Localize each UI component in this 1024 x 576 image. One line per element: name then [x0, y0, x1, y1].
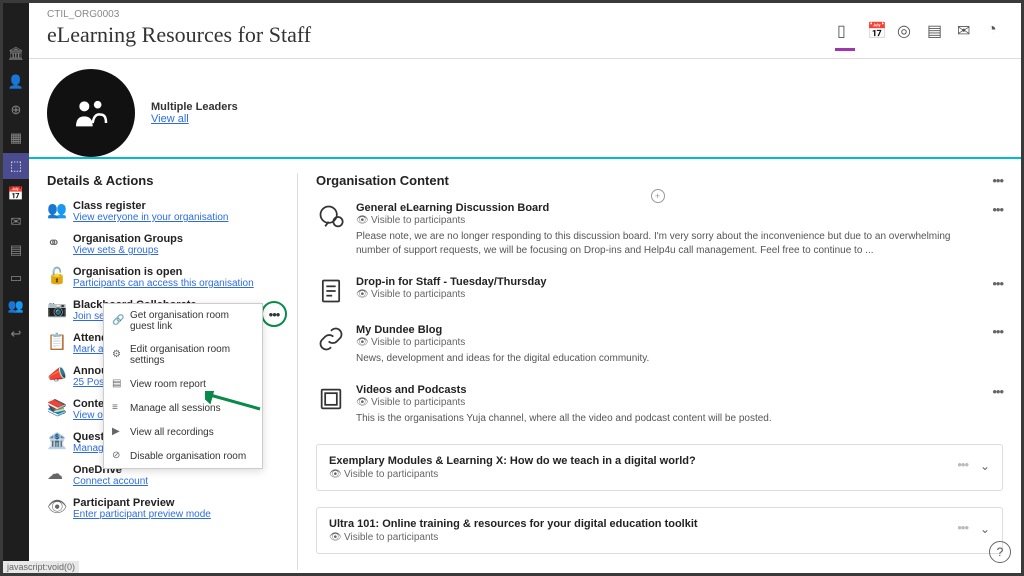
- tab-messages-icon[interactable]: ✉: [957, 21, 973, 37]
- item-more-button[interactable]: •••: [992, 384, 1003, 399]
- leaders-avatar: [47, 69, 135, 157]
- rail-icon-groups[interactable]: 👥: [3, 293, 29, 319]
- camera-icon: 📷: [47, 299, 65, 317]
- groups-icon: ⚭: [47, 233, 65, 251]
- eye-icon: 👁: [329, 532, 340, 543]
- leaders-heading: Multiple Leaders: [151, 101, 238, 113]
- cloud-icon: ☁: [47, 464, 65, 482]
- detail-access: 🔓 Organisation is openParticipants can a…: [47, 266, 283, 289]
- link-icon: 🔗: [112, 315, 124, 327]
- tab-calendar-icon[interactable]: 📅: [867, 21, 883, 37]
- rail-icon-organisations[interactable]: ⬚: [3, 153, 29, 179]
- rail-icon-profile[interactable]: 👤: [3, 69, 29, 95]
- preview-icon: 👁: [47, 497, 65, 515]
- dd-guest-link[interactable]: 🔗Get organisation room guest link: [104, 304, 262, 338]
- dd-view-recordings[interactable]: ▶View all recordings: [104, 420, 262, 444]
- tab-content-icon[interactable]: ▯: [837, 21, 853, 37]
- rail-icon-tools[interactable]: ▭: [3, 265, 29, 291]
- content-heading: Organisation Content: [316, 173, 1003, 188]
- eye-icon: 👁: [356, 337, 367, 348]
- content-panel: Organisation Content + ••• General eLear…: [297, 173, 1003, 570]
- content-item-blog[interactable]: My Dundee Blog 👁Visible to participants …: [316, 324, 1003, 366]
- item-more-button[interactable]: •••: [992, 324, 1003, 339]
- chevron-down-icon[interactable]: ⌄: [980, 522, 990, 536]
- content-item-videos[interactable]: Videos and Podcasts 👁Visible to particip…: [316, 384, 1003, 426]
- recordings-icon: ▶: [112, 426, 124, 438]
- bank-icon: 🏦: [47, 431, 65, 449]
- roster-icon: 👥: [47, 200, 65, 218]
- report-icon: ▤: [112, 378, 124, 390]
- item-more-button[interactable]: •••: [992, 202, 1003, 217]
- content-item-dropin[interactable]: Drop-in for Staff - Tuesday/Thursday 👁Vi…: [316, 276, 1003, 306]
- folder-exemplary[interactable]: Exemplary Modules & Learning X: How do w…: [316, 444, 1003, 491]
- rail-icon-signout[interactable]: ↩: [3, 321, 29, 347]
- dd-manage-sessions[interactable]: ≡Manage all sessions: [104, 396, 262, 420]
- leaders-viewall-link[interactable]: View all: [151, 113, 238, 125]
- attendance-icon: 📋: [47, 332, 65, 350]
- tab-analytics-icon[interactable]: ◔: [987, 21, 1003, 37]
- folder-more-button[interactable]: •••: [957, 457, 968, 472]
- megaphone-icon: 📣: [47, 365, 65, 383]
- add-content-button[interactable]: +: [651, 189, 665, 203]
- content-item-discussion[interactable]: General eLearning Discussion Board 👁Visi…: [316, 202, 1003, 258]
- rail-icon-calendar[interactable]: 📅: [3, 181, 29, 207]
- browser-statusbar: javascript:void(0): [3, 561, 79, 573]
- document-icon: [316, 276, 346, 306]
- access-link[interactable]: Participants can access this organisatio…: [73, 278, 254, 289]
- details-heading: Details & Actions: [47, 173, 283, 188]
- breadcrumb: CTIL_ORG0003: [47, 9, 1003, 20]
- collaborate-dropdown: 🔗Get organisation room guest link ⚙Edit …: [103, 303, 263, 469]
- eye-icon: 👁: [329, 469, 340, 480]
- divider-cyan: [29, 157, 1021, 159]
- onedrive-link[interactable]: Connect account: [73, 476, 148, 487]
- class-register-link[interactable]: View everyone in your organisation: [73, 212, 228, 223]
- header: CTIL_ORG0003 eLearning Resources for Sta…: [29, 3, 1021, 59]
- eye-icon: 👁: [356, 397, 367, 408]
- leaders-row: Multiple Leaders View all: [47, 69, 1003, 157]
- lti-icon: [316, 384, 346, 414]
- unlock-icon: 🔓: [47, 266, 65, 284]
- content-more-button[interactable]: •••: [992, 173, 1003, 188]
- rail-icon-messages[interactable]: ✉: [3, 209, 29, 235]
- sessions-icon: ≡: [112, 402, 124, 414]
- link-icon: [316, 324, 346, 354]
- eye-icon: 👁: [356, 289, 367, 300]
- folder-ultra101[interactable]: Ultra 101: Online training & resources f…: [316, 507, 1003, 554]
- eye-icon: 👁: [356, 215, 367, 226]
- item-more-button[interactable]: •••: [992, 276, 1003, 291]
- rail-icon-institution[interactable]: 🏛: [3, 41, 29, 67]
- detail-class-register: 👥 Class registerView everyone in your or…: [47, 200, 283, 223]
- header-tabs: ▯ 📅 ◎ ▤ ✉ ◔: [837, 21, 1003, 37]
- chevron-down-icon[interactable]: ⌄: [980, 459, 990, 473]
- rail-icon-activity[interactable]: ⊕: [3, 97, 29, 123]
- dd-room-report[interactable]: ▤View room report: [104, 372, 262, 396]
- detail-groups: ⚭ Organisation GroupsView sets & groups: [47, 233, 283, 256]
- gear-icon: ⚙: [112, 349, 124, 361]
- folder-more-button[interactable]: •••: [957, 520, 968, 535]
- dd-edit-settings[interactable]: ⚙Edit organisation room settings: [104, 338, 262, 372]
- disable-icon: ⊘: [112, 450, 124, 462]
- tab-discussions-icon[interactable]: ◎: [897, 21, 913, 37]
- app-rail: 🏛 👤 ⊕ ▦ ⬚ 📅 ✉ ▤ ▭ 👥 ↩: [3, 3, 29, 573]
- dd-disable-room[interactable]: ⊘Disable organisation room: [104, 444, 262, 468]
- collaborate-options-button[interactable]: •••: [261, 301, 287, 327]
- discussion-icon: [316, 202, 346, 232]
- tab-gradebook-icon[interactable]: ▤: [927, 21, 943, 37]
- preview-link[interactable]: Enter participant preview mode: [73, 509, 211, 520]
- books-icon: 📚: [47, 398, 65, 416]
- detail-preview: 👁 Participant PreviewEnter participant p…: [47, 497, 283, 520]
- help-button[interactable]: ?: [989, 541, 1011, 563]
- rail-icon-courses[interactable]: ▦: [3, 125, 29, 151]
- rail-icon-grades[interactable]: ▤: [3, 237, 29, 263]
- groups-link[interactable]: View sets & groups: [73, 245, 183, 256]
